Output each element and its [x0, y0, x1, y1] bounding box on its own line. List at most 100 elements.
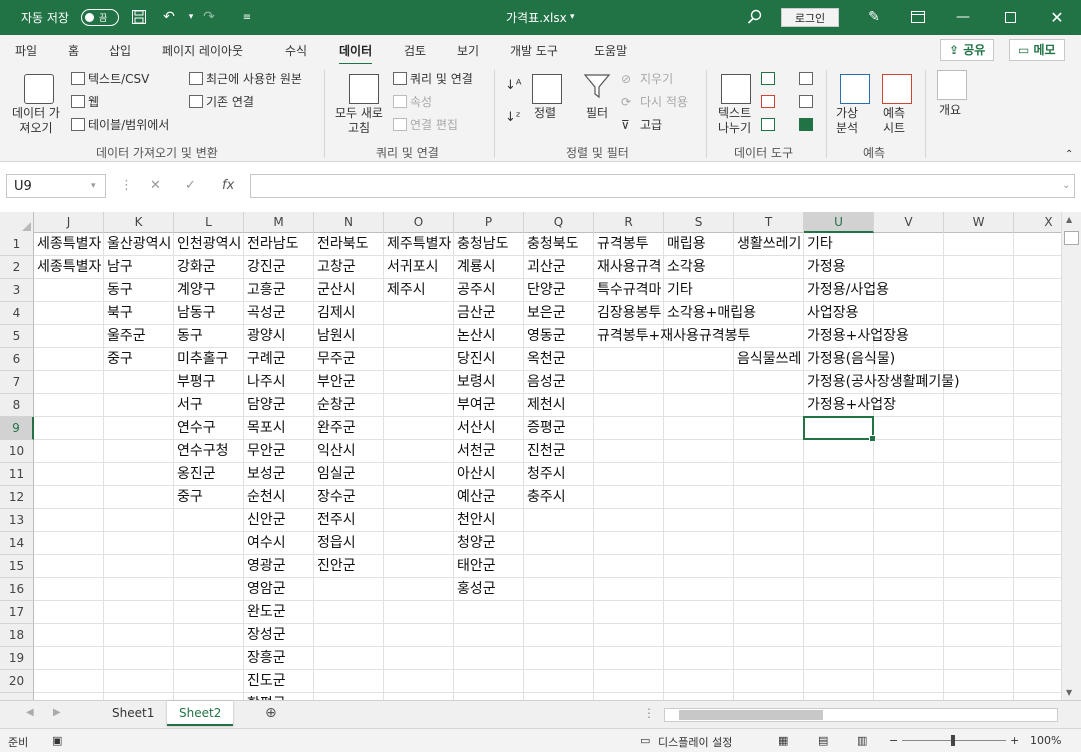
cell-u2[interactable]: 가정용: [804, 256, 846, 279]
cell-r2[interactable]: 재사용규격: [594, 256, 664, 279]
cell-l11[interactable]: 옹진군: [174, 463, 244, 486]
cell-n4[interactable]: 김제시: [314, 302, 356, 325]
tab-help[interactable]: 도움말: [594, 42, 627, 59]
cell-p4[interactable]: 금산군: [454, 302, 524, 325]
cell-t6[interactable]: 음식물쓰레: [734, 348, 804, 371]
column-header-t[interactable]: T: [734, 212, 804, 233]
row-header-13[interactable]: 13: [0, 509, 34, 532]
insert-function-button[interactable]: fx: [222, 178, 234, 193]
relationships-icon[interactable]: [799, 95, 813, 108]
cell-q11[interactable]: 청주시: [524, 463, 566, 486]
cell-p9[interactable]: 서산시: [454, 417, 524, 440]
search-icon[interactable]: [744, 6, 766, 28]
cell-n10[interactable]: 익산시: [314, 440, 356, 463]
name-box-dropdown-icon[interactable]: ▾: [91, 181, 96, 191]
column-header-r[interactable]: R: [594, 212, 664, 233]
cell-l6[interactable]: 미추홀구: [174, 348, 244, 371]
column-header-u[interactable]: U: [804, 212, 874, 233]
cell-q1[interactable]: 충청북도: [524, 233, 594, 256]
tab-data[interactable]: 데이터: [339, 42, 373, 66]
display-settings-button[interactable]: 디스플레이 설정: [658, 734, 732, 750]
cell-m9[interactable]: 목포시: [244, 417, 314, 440]
cell-m11[interactable]: 보성군: [244, 463, 314, 486]
tab-developer[interactable]: 개발 도구: [510, 42, 558, 59]
row-header-7[interactable]: 7: [0, 371, 34, 394]
row-header-19[interactable]: 19: [0, 647, 34, 670]
cell-q9[interactable]: 증평군: [524, 417, 566, 440]
close-icon[interactable]: ✕: [1046, 6, 1068, 28]
cell-n8[interactable]: 순창군: [314, 394, 356, 417]
cell-p6[interactable]: 당진시: [454, 348, 524, 371]
row-header-11[interactable]: 11: [0, 463, 34, 486]
cell-q7[interactable]: 음성군: [524, 371, 566, 394]
active-cell-selection[interactable]: [803, 416, 876, 442]
normal-view-icon[interactable]: ▦: [778, 734, 788, 747]
cell-m5[interactable]: 광양시: [244, 325, 314, 348]
vertical-scrollbar[interactable]: ▲ ▼: [1061, 212, 1081, 700]
cell-o2[interactable]: 서귀포시: [384, 256, 454, 279]
share-button[interactable]: ⇪ 공유: [940, 39, 995, 61]
sheet-tab-sheet1[interactable]: Sheet1: [100, 701, 166, 726]
row-header-16[interactable]: 16: [0, 578, 34, 601]
cell-k6[interactable]: 중구: [104, 348, 174, 371]
scroll-up-icon[interactable]: ▲: [1066, 215, 1072, 224]
recent-sources-button[interactable]: 최근에 사용한 원본: [206, 72, 302, 87]
undo-icon[interactable]: ↶: [158, 6, 180, 28]
horizontal-scroll-thumb[interactable]: [679, 710, 823, 720]
sort-ascending-icon[interactable]: ↓ᴬ: [505, 78, 522, 93]
cell-p12[interactable]: 예산군: [454, 486, 524, 509]
text-to-columns-button[interactable]: 텍스트 나누기: [718, 106, 751, 136]
zoom-in-icon[interactable]: +: [1010, 734, 1019, 747]
cell-m1[interactable]: 전라남도: [244, 233, 314, 256]
cell-m3[interactable]: 고흥군: [244, 279, 314, 302]
next-sheet-icon[interactable]: ▶: [53, 707, 61, 718]
cell-u6[interactable]: 가정용(음식물): [804, 348, 895, 371]
enter-icon[interactable]: ✓: [185, 178, 196, 193]
reapply-button[interactable]: 다시 적용: [640, 95, 688, 110]
cell-o3[interactable]: 제주시: [384, 279, 454, 302]
cell-u4[interactable]: 사업장용: [804, 302, 859, 325]
cell-q12[interactable]: 충주시: [524, 486, 566, 509]
zoom-level[interactable]: 100%: [1030, 734, 1061, 747]
cell-n11[interactable]: 임실군: [314, 463, 356, 486]
worksheet-grid[interactable]: JKLMNOPQRSTUVWX 1 2 3 4 5 6 7 8 9 10 11 12 13 14 15 16 1…: [0, 212, 1061, 700]
cell-m10[interactable]: 무안군: [244, 440, 314, 463]
cell-l4[interactable]: 남동구: [174, 302, 244, 325]
cell-n5[interactable]: 남원시: [314, 325, 356, 348]
column-header-p[interactable]: P: [454, 212, 524, 233]
cell-m21[interactable]: 함평군: [244, 693, 286, 700]
cell-n3[interactable]: 군산시: [314, 279, 384, 302]
cell-m19[interactable]: 장흥군: [244, 647, 286, 670]
cell-p16[interactable]: 홍성군: [454, 578, 496, 601]
pen-icon[interactable]: ✎: [863, 6, 885, 28]
column-header-w[interactable]: W: [944, 212, 1014, 233]
cell-n15[interactable]: 진안군: [314, 555, 356, 578]
cell-n6[interactable]: 무주군: [314, 348, 356, 371]
autosave-toggle[interactable]: 끔: [81, 9, 119, 26]
sort-descending-icon[interactable]: ↓ᶻ: [505, 110, 521, 125]
cell-p13[interactable]: 천안시: [454, 509, 496, 532]
accessibility-icon[interactable]: ▣: [52, 734, 62, 747]
cell-r4[interactable]: 김장용봉투: [594, 302, 664, 325]
login-button[interactable]: 로그인: [781, 8, 839, 27]
column-header-q[interactable]: Q: [524, 212, 594, 233]
tab-split-handle[interactable]: ⋮: [643, 706, 655, 720]
forecast-sheet-button[interactable]: 예측 시트: [883, 106, 905, 136]
cell-q2[interactable]: 괴산군: [524, 256, 594, 279]
cell-k3[interactable]: 동구: [104, 279, 174, 302]
collapse-ribbon-icon[interactable]: ⌃: [1065, 147, 1073, 162]
row-header-partial[interactable]: [0, 693, 34, 700]
cell-t1[interactable]: 생활쓰레기: [734, 233, 804, 256]
column-header-l[interactable]: L: [174, 212, 244, 233]
cell-m12[interactable]: 순천시: [244, 486, 314, 509]
cell-n2[interactable]: 고창군: [314, 256, 384, 279]
cancel-icon[interactable]: ✕: [150, 178, 161, 193]
get-data-button[interactable]: 데이터 가 져오기: [12, 106, 60, 136]
cell-n13[interactable]: 전주시: [314, 509, 356, 532]
cell-r3[interactable]: 특수규격마: [594, 279, 664, 302]
cell-p2[interactable]: 계룡시: [454, 256, 524, 279]
cell-q4[interactable]: 보은군: [524, 302, 594, 325]
cell-p8[interactable]: 부여군: [454, 394, 524, 417]
cell-l7[interactable]: 부평구: [174, 371, 244, 394]
tab-home[interactable]: 홈: [68, 42, 79, 59]
